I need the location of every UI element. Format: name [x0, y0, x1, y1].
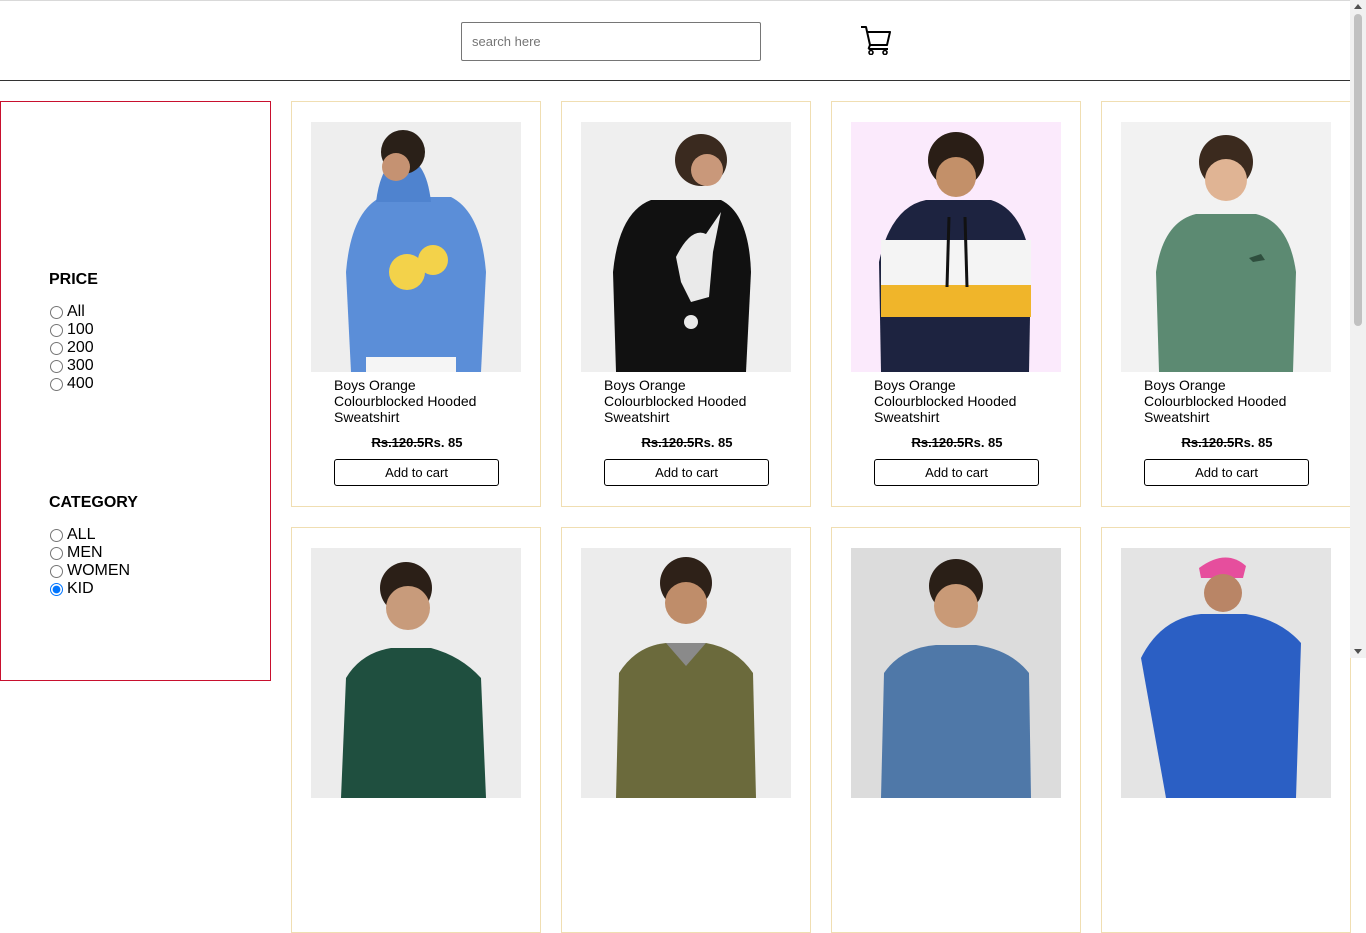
price-filter-title: PRICE — [49, 271, 98, 288]
product-price: Rs.120.5Rs. 85 — [292, 435, 542, 450]
product-image[interactable] — [311, 548, 521, 798]
product-card — [831, 527, 1081, 933]
sale-price: Rs. 85 — [694, 435, 733, 450]
product-card: Boys Orange Colourblocked Hooded Sweatsh… — [561, 101, 811, 507]
original-price: Rs.120.5 — [1181, 435, 1235, 450]
category-radio-all[interactable] — [50, 528, 63, 542]
category-radio-women[interactable] — [50, 564, 63, 578]
scroll-up-arrow-icon[interactable] — [1354, 4, 1362, 9]
product-image[interactable] — [1121, 122, 1331, 372]
sale-price: Rs. 85 — [964, 435, 1003, 450]
add-to-cart-button[interactable]: Add to cart — [604, 459, 769, 486]
product-card — [561, 527, 811, 933]
price-radio-all[interactable] — [50, 305, 63, 319]
sale-price: Rs. 85 — [424, 435, 463, 450]
vertical-scrollbar[interactable] — [1350, 0, 1366, 658]
product-card — [291, 527, 541, 933]
scroll-down-arrow-icon[interactable] — [1354, 649, 1362, 654]
product-card: Boys Orange Colourblocked Hooded Sweatsh… — [1101, 101, 1351, 507]
product-image[interactable] — [851, 548, 1061, 798]
original-price: Rs.120.5 — [911, 435, 965, 450]
search-input[interactable] — [461, 22, 761, 61]
original-price: Rs.120.5 — [641, 435, 695, 450]
product-image[interactable] — [581, 122, 791, 372]
product-name: Boys Orange Colourblocked Hooded Sweatsh… — [334, 377, 477, 425]
price-option-400[interactable]: 400 — [49, 375, 94, 393]
shopping-cart-icon[interactable] — [860, 25, 892, 55]
price-radio-400[interactable] — [50, 377, 63, 391]
sale-price: Rs. 85 — [1234, 435, 1273, 450]
product-name: Boys Orange Colourblocked Hooded Sweatsh… — [1144, 377, 1287, 425]
price-radio-100[interactable] — [50, 323, 63, 337]
category-radio-men[interactable] — [50, 546, 63, 560]
price-option-300[interactable]: 300 — [49, 357, 94, 375]
product-name: Boys Orange Colourblocked Hooded Sweatsh… — [874, 377, 1017, 425]
product-name: Boys Orange Colourblocked Hooded Sweatsh… — [604, 377, 747, 425]
product-card: Boys Orange Colourblocked Hooded Sweatsh… — [831, 101, 1081, 507]
price-radio-200[interactable] — [50, 341, 63, 355]
add-to-cart-button[interactable]: Add to cart — [334, 459, 499, 486]
price-option-200[interactable]: 200 — [49, 339, 94, 357]
price-radio-300[interactable] — [50, 359, 63, 373]
product-price: Rs.120.5Rs. 85 — [562, 435, 812, 450]
category-radio-kid[interactable] — [50, 582, 63, 596]
price-option-all[interactable]: All — [49, 303, 85, 321]
category-option-men[interactable]: MEN — [49, 544, 103, 562]
product-card — [1101, 527, 1351, 933]
original-price: Rs.120.5 — [371, 435, 425, 450]
price-option-100[interactable]: 100 — [49, 321, 94, 339]
add-to-cart-button[interactable]: Add to cart — [874, 459, 1039, 486]
product-image[interactable] — [311, 122, 521, 372]
product-price: Rs.120.5Rs. 85 — [1102, 435, 1352, 450]
scrollbar-thumb[interactable] — [1354, 14, 1362, 326]
header — [0, 1, 1350, 81]
category-option-kid[interactable]: KID — [49, 580, 94, 598]
product-image[interactable] — [581, 548, 791, 798]
category-filter-title: CATEGORY — [49, 494, 138, 511]
add-to-cart-button[interactable]: Add to cart — [1144, 459, 1309, 486]
filter-sidebar: PRICE All 100 200 300 400 CATEGORY ALL M… — [0, 101, 271, 681]
product-image[interactable] — [851, 122, 1061, 372]
product-card: Boys Orange Colourblocked Hooded Sweatsh… — [291, 101, 541, 507]
category-option-all[interactable]: ALL — [49, 526, 95, 544]
category-option-women[interactable]: WOMEN — [49, 562, 130, 580]
product-price: Rs.120.5Rs. 85 — [832, 435, 1082, 450]
product-image[interactable] — [1121, 548, 1331, 798]
